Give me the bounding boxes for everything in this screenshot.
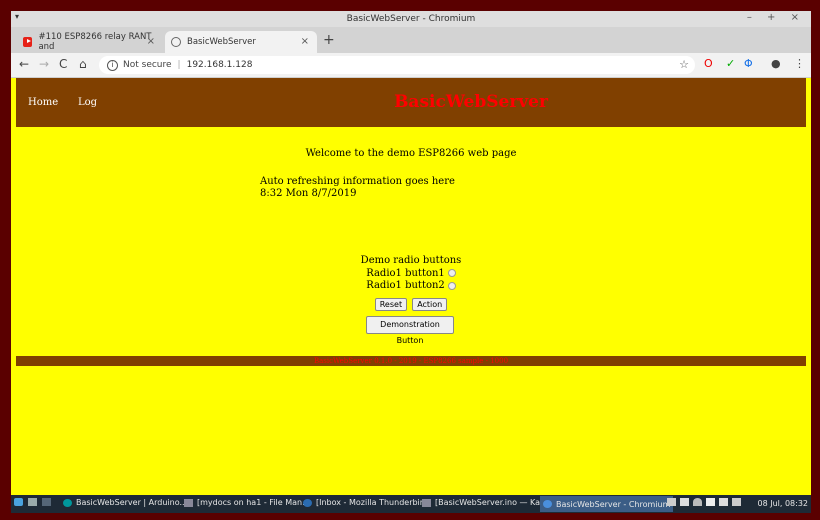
profile-icon[interactable]: ● — [771, 57, 781, 70]
task-label: BasicWebServer | Arduino... — [76, 498, 188, 507]
forward-arrow-icon[interactable]: → — [39, 57, 49, 71]
tab-basicwebserver[interactable]: BasicWebServer × — [165, 31, 317, 53]
taskbar: BasicWebServer | Arduino... [mydocs on h… — [11, 495, 811, 513]
globe-icon — [171, 37, 181, 47]
separator: | — [177, 60, 181, 70]
address-toolbar: ← → C ⌂ i Not secure | 192.168.1.128 ☆ O… — [11, 53, 811, 78]
volume-icon — [732, 498, 741, 506]
timestamp: 8:32 Mon 8/7/2019 — [260, 188, 357, 199]
auto-refresh-text: Auto refreshing information goes here — [260, 176, 455, 187]
security-label: Not secure — [123, 60, 172, 70]
chromium-icon — [543, 500, 552, 508]
task-label: [BasicWebServer.ino — Ka... — [435, 498, 548, 507]
editor-icon — [422, 498, 431, 507]
task-label: [mydocs on ha1 - File Man... — [197, 498, 310, 507]
url-text[interactable]: 192.168.1.128 — [187, 60, 253, 70]
radio-button-1[interactable] — [447, 269, 456, 277]
task-file-manager[interactable]: [mydocs on ha1 - File Man... — [184, 498, 310, 507]
radio-button-2[interactable] — [447, 281, 456, 290]
battery-icon — [706, 498, 715, 506]
clipboard-icon — [667, 498, 676, 506]
menu-dots-icon[interactable]: ⋮ — [794, 57, 805, 70]
site-header: Home Log BasicWebServer — [16, 78, 806, 127]
bookmark-star-icon[interactable]: ☆ — [679, 58, 689, 71]
mail-icon — [719, 498, 728, 506]
window-title: BasicWebServer - Chromium — [346, 14, 476, 24]
reset-button[interactable]: Reset — [374, 298, 408, 311]
task-thunderbird[interactable]: [Inbox - Mozilla Thunderbird] — [303, 498, 431, 507]
welcome-text: Welcome to the demo ESP8266 web page — [305, 148, 517, 159]
start-menu-icon[interactable] — [14, 498, 27, 506]
task-label: BasicWebServer - Chromium — [556, 499, 671, 509]
title-bar: ▾ BasicWebServer - Chromium – + × — [11, 11, 811, 27]
radio-label-1: Radio1 button1 — [366, 267, 445, 279]
task-chromium[interactable]: BasicWebServer - Chromium — [540, 496, 674, 512]
back-arrow-icon[interactable]: ← — [19, 57, 29, 71]
radio-row-1: Radio1 button1 — [11, 268, 811, 281]
browser-window: ▾ BasicWebServer - Chromium – + × #110 E… — [11, 11, 811, 495]
reload-icon[interactable]: C — [59, 57, 67, 71]
task-kate[interactable]: [BasicWebServer.ino — Ka... — [422, 498, 548, 507]
opera-extension-icon[interactable]: O — [704, 57, 713, 70]
radio-heading: Demo radio buttons — [360, 255, 462, 266]
arduino-icon — [63, 498, 72, 507]
extension-icon[interactable]: Φ — [744, 57, 753, 70]
task-arduino[interactable]: BasicWebServer | Arduino... — [63, 498, 187, 507]
font-icon — [680, 498, 689, 506]
site-footer: BasicWebServer 0.1.0 - 2019 - ESP8266 sa… — [16, 356, 806, 366]
address-bar[interactable]: i Not secure | 192.168.1.128 ☆ — [99, 56, 695, 74]
window-controls[interactable]: – + × — [747, 12, 805, 23]
web-page: Home Log BasicWebServer Welcome to the d… — [11, 78, 811, 495]
tab-label: BasicWebServer — [187, 37, 256, 47]
site-title: BasicWebServer — [394, 92, 548, 112]
task-label: [Inbox - Mozilla Thunderbird] — [316, 498, 432, 507]
close-icon[interactable]: × — [147, 36, 155, 47]
close-icon[interactable]: × — [301, 36, 309, 47]
tab-bar: #110 ESP8266 relay RANT and × BasicWebSe… — [11, 27, 811, 53]
youtube-icon — [23, 37, 33, 47]
wifi-extension-icon[interactable]: ✓ — [726, 57, 735, 70]
tray-icons[interactable] — [667, 498, 745, 506]
radio-group: Demo radio buttons Radio1 button1 Radio1… — [11, 255, 811, 293]
home-icon[interactable]: ⌂ — [79, 57, 87, 71]
wifi-icon — [693, 498, 702, 506]
new-tab-button[interactable]: + — [323, 32, 335, 48]
demonstration-button[interactable]: Demonstration Button — [366, 316, 454, 345]
radio-row-2: Radio1 button2 — [11, 280, 811, 293]
action-button[interactable]: Action — [412, 298, 448, 311]
tab-label: #110 ESP8266 relay RANT and — [38, 32, 152, 52]
show-desktop-icon[interactable] — [28, 498, 41, 506]
auto-refresh-block: Auto refreshing information goes here 8:… — [260, 176, 455, 200]
info-icon[interactable]: i — [107, 59, 118, 71]
radio-label-2: Radio1 button2 — [366, 280, 445, 291]
terminal-icon[interactable] — [42, 498, 55, 506]
folder-icon — [184, 498, 193, 507]
thunderbird-icon — [303, 498, 312, 507]
tab-youtube[interactable]: #110 ESP8266 relay RANT and × — [17, 31, 163, 53]
clock[interactable]: 08 Jul, 08:32 — [757, 499, 808, 508]
button-row: Reset Action — [11, 292, 811, 311]
